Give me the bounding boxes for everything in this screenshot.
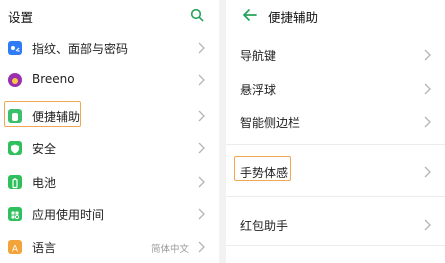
convenient-assist-panel: 便捷辅助 导航键 悬浮球 智能侧边栏 手势体感 红包助手 xyxy=(226,0,445,263)
svg-text:A: A xyxy=(12,245,19,255)
chevron-right-icon xyxy=(198,176,205,188)
chevron-right-icon xyxy=(424,166,431,178)
chevron-right-icon xyxy=(424,116,431,128)
section-divider xyxy=(226,245,445,246)
shield-icon xyxy=(8,141,22,155)
settings-item-label: 安全 xyxy=(32,142,57,156)
settings-item-label: 电池 xyxy=(32,176,57,190)
section-divider xyxy=(226,144,445,145)
settings-item-battery[interactable]: 电池 xyxy=(0,167,219,197)
settings-item-label: Breeno xyxy=(32,72,75,86)
highlight-box xyxy=(234,156,291,181)
settings-item-label: 应用使用时间 xyxy=(32,208,105,222)
app-time-icon xyxy=(8,207,22,221)
settings-item-label: 语言 xyxy=(32,241,57,255)
highlight-box xyxy=(4,101,81,127)
settings-item-label: 指纹、面部与密码 xyxy=(32,42,129,56)
assist-item-smart-sidebar[interactable]: 智能侧边栏 xyxy=(226,107,445,137)
settings-panel: 设置 指纹、面部与密码 Breeno 便捷辅助 安全 电池 应用使用时间 A 语… xyxy=(0,0,219,263)
assist-header: 便捷辅助 xyxy=(226,0,445,30)
language-icon: A xyxy=(8,240,22,255)
assist-item-label: 悬浮球 xyxy=(240,83,277,97)
assist-item-label: 导航键 xyxy=(240,49,277,63)
breeno-icon xyxy=(8,73,22,87)
battery-icon xyxy=(8,175,22,189)
settings-item-language[interactable]: A 语言 简体中文 xyxy=(0,232,219,262)
chevron-right-icon xyxy=(198,110,205,122)
settings-item-breeno[interactable]: Breeno xyxy=(0,65,219,95)
settings-item-app-usage-time[interactable]: 应用使用时间 xyxy=(0,199,219,229)
settings-header: 设置 xyxy=(0,0,219,30)
chevron-right-icon xyxy=(198,42,205,54)
language-value: 简体中文 xyxy=(150,244,189,255)
section-divider xyxy=(226,196,445,197)
panel-divider xyxy=(219,0,226,263)
chevron-right-icon xyxy=(424,49,431,61)
assist-item-label: 智能侧边栏 xyxy=(240,116,301,130)
search-icon[interactable] xyxy=(190,8,204,22)
assist-item-label: 红包助手 xyxy=(240,219,289,233)
chevron-right-icon xyxy=(198,208,205,220)
assist-item-red-packet-assistant[interactable]: 红包助手 xyxy=(226,210,445,240)
chevron-right-icon xyxy=(198,142,205,154)
chevron-right-icon xyxy=(424,83,431,95)
page-title: 便捷辅助 xyxy=(268,10,319,25)
page-title: 设置 xyxy=(8,10,34,25)
fingerprint-icon xyxy=(8,41,22,55)
back-arrow-icon[interactable] xyxy=(242,8,258,22)
assist-item-floating-ball[interactable]: 悬浮球 xyxy=(226,74,445,104)
assist-item-navigation-keys[interactable]: 导航键 xyxy=(226,40,445,70)
chevron-right-icon xyxy=(424,219,431,231)
chevron-right-icon xyxy=(198,241,205,253)
settings-item-security[interactable]: 安全 xyxy=(0,133,219,163)
settings-item-fingerprint[interactable]: 指纹、面部与密码 xyxy=(0,33,219,63)
chevron-right-icon xyxy=(198,74,205,86)
